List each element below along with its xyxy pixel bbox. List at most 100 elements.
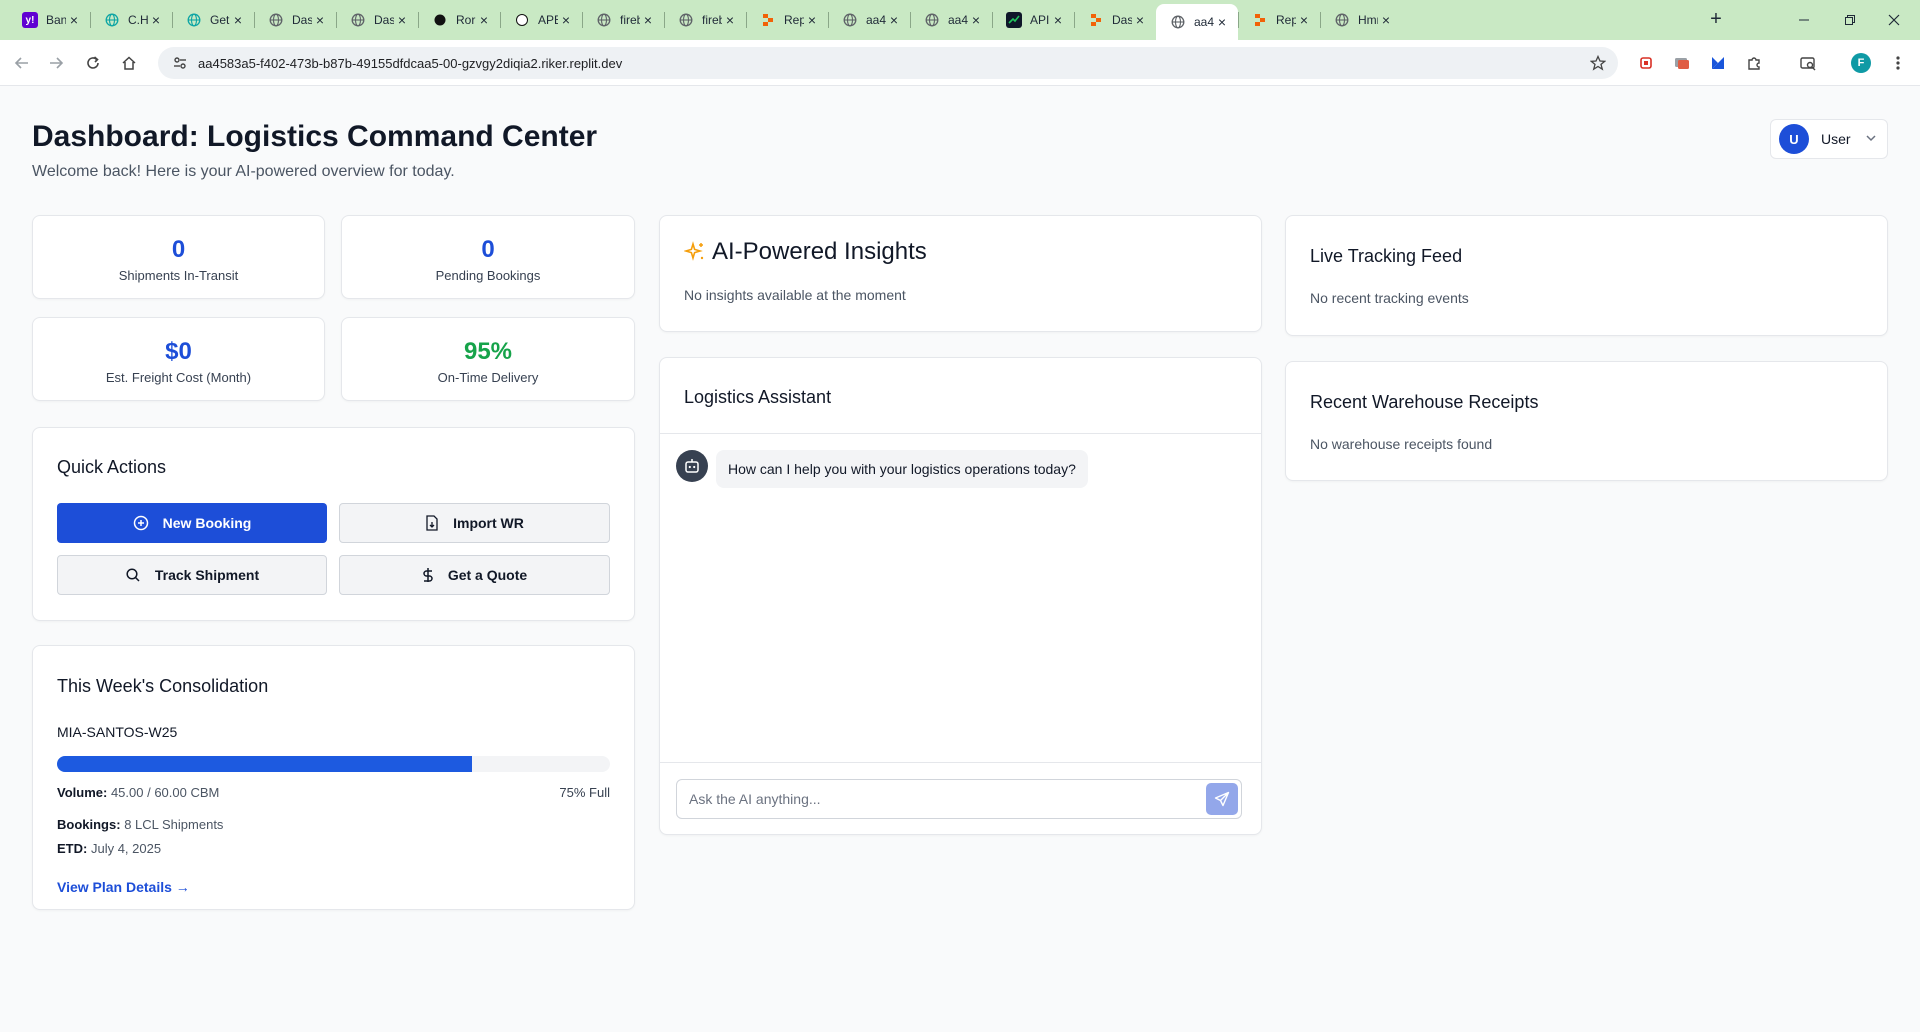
api-icon [1006,12,1022,28]
browser-tab[interactable]: Repli× [1238,4,1320,36]
globe-icon [678,12,694,28]
assistant-title: Logistics Assistant [684,387,832,407]
close-tab-icon[interactable]: × [476,12,492,28]
back-button[interactable] [8,49,36,77]
assistant-message: How can I help you with your logistics o… [716,450,1088,488]
browser-toolbar: aa4583a5-f402-473b-b87b-49155dfdcaa5-00-… [0,40,1920,86]
user-menu-label: User [1821,131,1851,147]
bookmark-star-icon[interactable] [1584,55,1612,71]
close-tab-icon[interactable]: × [722,12,738,28]
browser-tab[interactable]: Dash× [254,4,336,36]
stat-label: Pending Bookings [435,268,541,283]
browser-tab[interactable]: aa45× [1156,4,1238,40]
consolidation-title: This Week's Consolidation [57,676,269,696]
browser-tab[interactable]: Repli× [746,4,828,36]
address-bar[interactable]: aa4583a5-f402-473b-b87b-49155dfdcaa5-00-… [158,47,1618,79]
extension-blue-icon[interactable] [1706,51,1730,75]
logistics-assistant-card: Logistics Assistant How can I help you w… [659,357,1262,835]
chevron-down-icon [1865,131,1877,147]
volume-row: Volume: 45.00 / 60.00 CBM [57,785,220,800]
tab-title: Bank [46,13,66,27]
chat-input[interactable] [676,779,1242,819]
close-tab-icon[interactable]: × [558,12,574,28]
bot-icon [685,459,699,473]
browser-tab[interactable]: fireb× [664,4,746,36]
browser-tab[interactable]: Hmm× [1320,4,1402,36]
close-tab-icon[interactable]: × [1378,12,1394,28]
reload-button[interactable] [79,49,107,77]
fill-percent: 75% Full [559,785,610,800]
browser-tab[interactable]: API S× [992,4,1074,36]
close-tab-icon[interactable]: × [968,12,984,28]
forward-button[interactable] [42,49,70,77]
user-menu-button[interactable]: U User [1770,119,1888,159]
stat-label: On-Time Delivery [437,370,539,385]
extensions-puzzle-icon[interactable] [1742,51,1766,75]
close-tab-icon[interactable]: × [1050,12,1066,28]
import-wr-label: Import WR [453,515,524,531]
close-tab-icon[interactable]: × [1214,14,1230,30]
import-wr-button[interactable]: Import WR [339,503,610,543]
new-tab-button[interactable]: + [1704,8,1728,32]
close-tab-icon[interactable]: × [312,12,328,28]
browser-tab[interactable]: Get a× [172,4,254,36]
close-tab-icon[interactable]: × [886,12,902,28]
restore-icon [1845,15,1855,25]
tab-search-icon[interactable] [1796,51,1820,75]
tab-title: Repli [1276,13,1296,27]
profile-avatar[interactable]: F [1851,53,1871,73]
close-tab-icon[interactable]: × [1132,12,1148,28]
globe-icon [596,12,612,28]
browser-tab[interactable]: C.H. R× [90,4,172,36]
close-window-button[interactable] [1866,0,1920,40]
browser-tab[interactable]: Rork× [418,4,500,36]
globe-icon [842,12,858,28]
circle-icon [432,12,448,28]
avatar: U [1779,124,1809,154]
track-shipment-button[interactable]: Track Shipment [57,555,327,595]
stat-value: 0 [481,236,495,263]
globe-icon [104,12,120,28]
url-text[interactable]: aa4583a5-f402-473b-b87b-49155dfdcaa5-00-… [194,56,1584,71]
new-booking-button[interactable]: New Booking [57,503,327,543]
quick-actions-card: Quick Actions New Booking Import WR Trac… [32,427,635,621]
tab-title: Dash [374,13,394,27]
extension-cards-icon[interactable] [1670,51,1694,75]
etd-row: ETD: July 4, 2025 [57,841,162,856]
browser-tab[interactable]: APE I× [500,4,582,36]
close-tab-icon[interactable]: × [640,12,656,28]
stat-label: Est. Freight Cost (Month) [105,370,252,385]
tab-title: C.H. R [128,13,148,27]
browser-tab[interactable]: Dash× [1074,4,1156,36]
close-tab-icon[interactable]: × [230,12,246,28]
arrow-right-icon [50,57,64,69]
replit-icon [1088,12,1104,28]
chat-input-area [660,762,1261,834]
home-button[interactable] [115,49,143,77]
view-plan-details-link[interactable]: View Plan Details → [57,879,190,895]
close-tab-icon[interactable]: × [66,12,82,28]
close-tab-icon[interactable]: × [148,12,164,28]
yahoo-icon: y! [22,12,38,28]
close-tab-icon[interactable]: × [1296,12,1312,28]
tab-title: Get a [210,13,230,27]
browser-tab[interactable]: Dash× [336,4,418,36]
menu-kebab-icon[interactable] [1886,51,1910,75]
plus-circle-icon [133,515,149,531]
site-info-icon[interactable] [166,55,194,71]
reload-icon [87,56,99,69]
stat-value: $0 [165,338,192,365]
browser-tab[interactable]: y! Bank× [8,4,90,36]
close-tab-icon[interactable]: × [804,12,820,28]
send-button[interactable] [1206,783,1238,815]
get-quote-button[interactable]: Get a Quote [339,555,610,595]
close-tab-icon[interactable]: × [394,12,410,28]
stat-card-pending: 0 Pending Bookings [341,215,635,299]
browser-tab[interactable]: aa45× [910,4,992,36]
assistant-header: Logistics Assistant [660,358,1261,434]
new-booking-label: New Booking [162,515,252,531]
browser-tab[interactable]: aa45× [828,4,910,36]
extension-red-icon[interactable] [1634,51,1658,75]
browser-tab[interactable]: fireb× [582,4,664,36]
warehouse-receipts-title: Recent Warehouse Receipts [1310,392,1539,412]
